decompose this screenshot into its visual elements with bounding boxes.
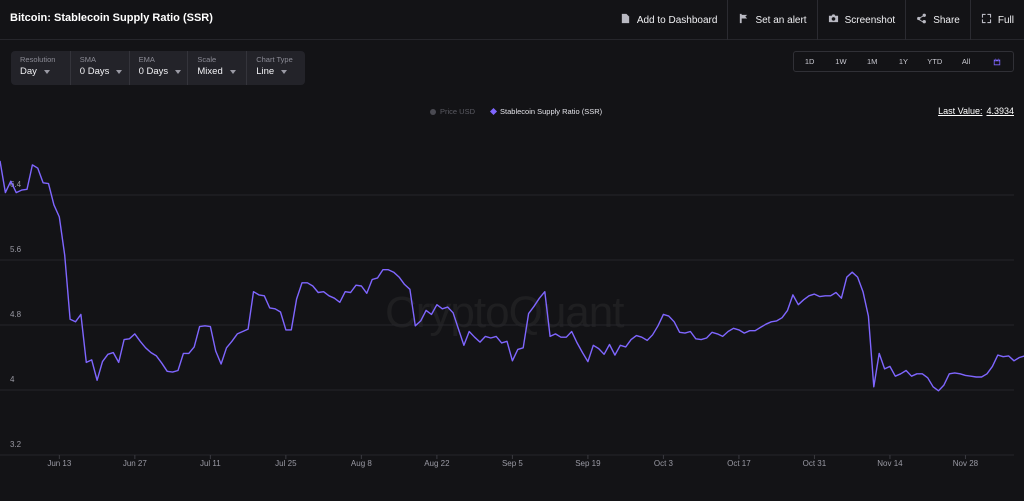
last-value: Last Value: 4.3934 (938, 106, 1014, 116)
chart-type-select[interactable]: Chart Type Line (246, 51, 305, 85)
chevron-down-icon (281, 70, 288, 74)
alert-icon (738, 13, 749, 27)
range-1y-button[interactable]: 1Y (888, 52, 919, 71)
scale-value: Mixed (197, 66, 223, 77)
resolution-select[interactable]: Resolution Day (11, 51, 70, 85)
chevron-down-icon (229, 70, 236, 74)
screenshot-button[interactable]: Screenshot (816, 0, 906, 40)
action-bar: Add to Dashboard Set an alert Screenshot… (610, 0, 1024, 40)
top-bar: Bitcoin: Stablecoin Supply Ratio (SSR) A… (0, 0, 1024, 40)
ema-value: 0 Days (138, 66, 169, 77)
x-tick-label: Oct 3 (654, 459, 674, 468)
camera-icon (828, 13, 839, 27)
y-tick-label: 4 (10, 375, 15, 384)
legend-dot-icon (430, 108, 436, 115)
x-tick-label: Oct 17 (727, 459, 751, 468)
scale-select[interactable]: Scale Mixed (187, 51, 246, 85)
range-ytd-button[interactable]: YTD (919, 52, 950, 71)
range-all-button[interactable]: All (950, 52, 981, 71)
add-to-dashboard-label: Add to Dashboard (636, 14, 718, 26)
legend-diamond-icon (489, 107, 498, 116)
last-value-label: Last Value: (938, 106, 983, 116)
chevron-down-icon (43, 70, 50, 74)
set-alert-label: Set an alert (755, 14, 807, 26)
legend-ssr-label: Stablecoin Supply Ratio (SSR) (500, 107, 603, 116)
share-button[interactable]: Share (905, 0, 970, 40)
set-alert-button[interactable]: Set an alert (727, 0, 816, 40)
chart-settings-panel: Resolution Day SMA 0 Days EMA 0 Days Sca… (11, 51, 305, 85)
fullscreen-label: Full (997, 14, 1014, 26)
range-1d-button[interactable]: 1D (794, 52, 825, 71)
x-tick-label: Aug 22 (424, 459, 450, 468)
x-tick-label: Jun 27 (123, 459, 148, 468)
page-title: Bitcoin: Stablecoin Supply Ratio (SSR) (10, 12, 213, 24)
x-tick-label: Nov 14 (877, 459, 903, 468)
x-tick-label: Jul 11 (200, 459, 221, 468)
chart-legend: Price USD Stablecoin Supply Ratio (SSR) (430, 107, 602, 116)
sma-select[interactable]: SMA 0 Days (69, 51, 129, 85)
legend-price-label: Price USD (440, 107, 476, 116)
calendar-icon (993, 57, 1001, 66)
x-tick-label: Jun 13 (47, 459, 72, 468)
y-tick-label: 3.2 (10, 440, 22, 449)
range-1w-button[interactable]: 1W (825, 52, 856, 71)
x-tick-label: Oct 31 (803, 459, 827, 468)
last-value-number: 4.3934 (986, 106, 1014, 116)
scale-label: Scale (197, 55, 217, 64)
ema-label: EMA (138, 55, 155, 64)
x-tick-label: Nov 28 (953, 459, 979, 468)
add-to-dashboard-button[interactable]: Add to Dashboard (610, 0, 728, 40)
share-label: Share (933, 14, 960, 26)
sma-value: 0 Days (79, 66, 110, 77)
resolution-value: Day (20, 66, 37, 77)
chevron-down-icon (175, 70, 182, 74)
chart-type-label: Chart Type (256, 55, 293, 64)
fullscreen-icon (981, 13, 992, 27)
y-tick-label: 4.8 (10, 310, 22, 319)
ema-select[interactable]: EMA 0 Days (128, 51, 188, 85)
x-tick-label: Aug 8 (351, 459, 372, 468)
x-tick-label: Sep 19 (575, 459, 601, 468)
legend-item-price[interactable]: Price USD (430, 107, 475, 116)
range-1m-button[interactable]: 1M (857, 52, 888, 71)
ssr-line-chart: 3.244.85.66.4Jun 13 Jun 27 Jul 11 Jul 25 Aug… (0, 160, 1024, 468)
y-tick-label: 5.6 (10, 245, 22, 254)
share-icon (916, 13, 927, 27)
calendar-button[interactable] (982, 52, 1013, 71)
screenshot-label: Screenshot (844, 14, 896, 26)
chart-type-value: Line (256, 66, 275, 77)
x-tick-label: Jul 25 (275, 459, 297, 468)
fullscreen-button[interactable]: Full (969, 0, 1024, 40)
legend-item-ssr[interactable]: Stablecoin Supply Ratio (SSR) (489, 107, 603, 116)
time-range-selector: 1D 1W 1M 1Y YTD All (793, 51, 1014, 72)
sma-label: SMA (79, 55, 97, 64)
dashboard-icon (620, 13, 631, 27)
resolution-label: Resolution (20, 55, 56, 64)
chevron-down-icon (116, 70, 123, 74)
x-tick-label: Sep 5 (502, 459, 523, 468)
